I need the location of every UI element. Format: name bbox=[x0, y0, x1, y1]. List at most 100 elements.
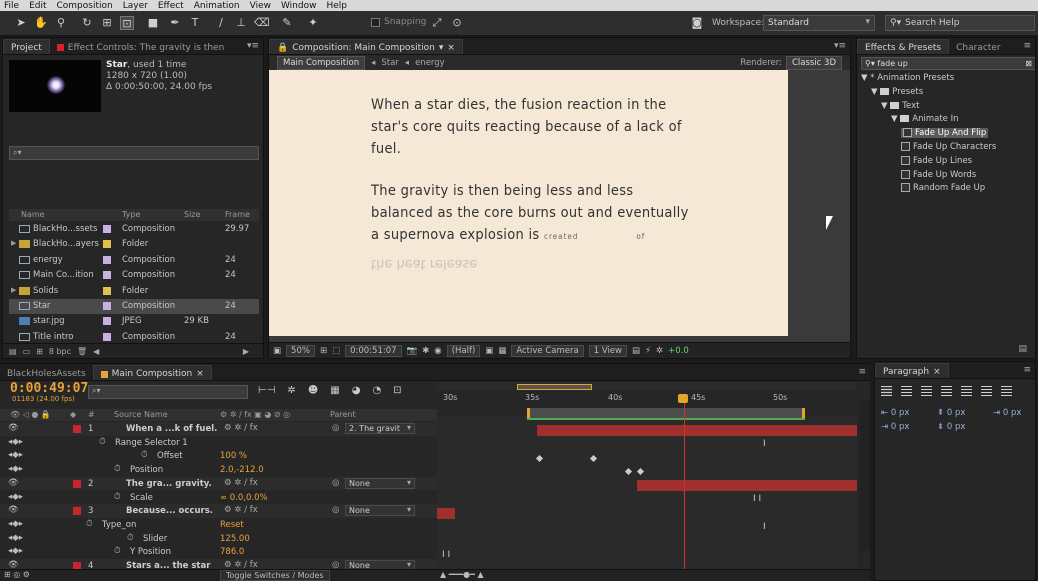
close-icon[interactable]: × bbox=[447, 43, 455, 53]
menu-animation[interactable]: Animation bbox=[194, 1, 240, 11]
stopwatch-icon[interactable]: ⏱ bbox=[127, 533, 134, 543]
workspace-select[interactable]: Standard bbox=[763, 15, 875, 31]
label-color-swatch[interactable] bbox=[103, 332, 111, 341]
project-item-row[interactable]: Star Composition 24 bbox=[9, 298, 259, 315]
col-parent[interactable]: Parent bbox=[330, 410, 356, 419]
preset-item[interactable]: Fade Up And Flip bbox=[861, 127, 1031, 141]
disclosure-triangle-icon[interactable]: ▼ bbox=[861, 73, 870, 83]
timeline-layer-row[interactable]: 👁 1 When a ...k of fuel. ⚙ ✲ ∕ fx ◎ 2. The gr… bbox=[0, 422, 437, 436]
draft-3d-icon[interactable]: ✲ bbox=[287, 385, 295, 396]
timeline-layer-row[interactable]: 👁 2 The gra... gravity. ⚙ ✲ ∕ fx ◎ None bbox=[0, 476, 437, 491]
tree-folder-item[interactable]: ▼ Animate In bbox=[861, 113, 1031, 127]
space-before-field[interactable]: ⇞ 0 px bbox=[937, 408, 965, 418]
motion-blur-icon[interactable]: ◕ bbox=[352, 385, 361, 396]
keyframe-navigator-icon[interactable]: ◂◆▸ bbox=[8, 464, 23, 474]
timeline-property-row[interactable]: ◂◆▸ ⏱ Offset 100 % bbox=[0, 449, 437, 463]
brush-tool-icon[interactable]: ∕ bbox=[214, 16, 228, 30]
label-color-swatch[interactable] bbox=[103, 225, 111, 233]
time-ruler[interactable]: 30s 35s 40s 45s 50s bbox=[437, 390, 857, 420]
layer-2-duration-bar[interactable] bbox=[637, 480, 857, 491]
snapping-checkbox[interactable] bbox=[371, 17, 380, 27]
panel-menu-icon[interactable]: ≡ bbox=[858, 367, 866, 377]
align-right-icon[interactable] bbox=[921, 386, 932, 396]
tab-blackholes-assets[interactable]: BlackHolesAssets bbox=[0, 365, 93, 380]
justify-right-icon[interactable] bbox=[981, 386, 992, 396]
project-item-row[interactable]: energy Composition 24 bbox=[9, 253, 259, 268]
frame-blending-icon[interactable]: ▦ bbox=[330, 385, 339, 396]
breadcrumb-energy[interactable]: energy bbox=[415, 58, 445, 68]
panel-menu-icon[interactable]: ▾≡ bbox=[834, 41, 846, 51]
justify-all-icon[interactable] bbox=[1001, 386, 1012, 396]
tab-paragraph[interactable]: Paragraph × bbox=[875, 363, 949, 378]
tree-folder-item[interactable]: ▼ Presets bbox=[861, 86, 1031, 100]
type-tool-icon[interactable]: T bbox=[188, 16, 202, 30]
timeline-property-row[interactable]: ◂◆▸ ⏱ Position 2.0,-212.0 bbox=[0, 463, 437, 477]
always-preview-icon[interactable]: ▣ bbox=[273, 346, 281, 356]
keyframe-navigator-icon[interactable]: ◂◆▸ bbox=[8, 437, 23, 447]
tab-main-composition[interactable]: Main Composition × bbox=[92, 365, 212, 380]
layer-switches-icons[interactable]: ⚙ ✲ ∕ fx bbox=[224, 478, 258, 488]
keyframe-scale-pair[interactable]: I I bbox=[753, 494, 761, 504]
time-navigator[interactable] bbox=[517, 384, 592, 390]
snap-features-icon[interactable]: ⊙ bbox=[450, 16, 464, 30]
label-color-swatch[interactable] bbox=[103, 317, 111, 326]
keyframe-navigator-icon[interactable]: ◂◆▸ bbox=[8, 492, 23, 502]
justify-center-icon[interactable] bbox=[961, 386, 972, 396]
col-size[interactable]: Size bbox=[184, 210, 200, 219]
clear-search-icon[interactable]: ⊠ bbox=[1025, 58, 1032, 69]
project-item-row[interactable]: ▶ BlackHo...ayers Folder bbox=[9, 237, 259, 252]
selection-tool-icon[interactable]: ➤ bbox=[14, 16, 28, 30]
keyframe-navigator-icon[interactable]: ◂◆▸ bbox=[8, 519, 23, 529]
mask-visibility-icon[interactable]: ⬚ bbox=[332, 346, 340, 356]
stopwatch-icon[interactable]: ⏱ bbox=[99, 437, 106, 447]
tab-project[interactable]: Project bbox=[3, 39, 50, 54]
rotate-tool-icon[interactable]: ↻ bbox=[80, 16, 94, 30]
pan-behind-tool-icon[interactable]: ⊡ bbox=[120, 16, 134, 30]
expand-collapse-icons[interactable]: ⊞ ◎ ⚙ bbox=[4, 570, 30, 579]
disclosure-triangle-icon[interactable]: ▼ bbox=[881, 101, 890, 111]
effects-search-input[interactable]: ⚲▾ fade up ⊠ bbox=[861, 57, 1035, 70]
current-time-display[interactable]: 0:00:51:07 bbox=[345, 344, 402, 357]
timeline-search-input[interactable]: ⌕▾ bbox=[88, 385, 248, 399]
tab-composition[interactable]: 🔒 Composition: Main Composition ▾ × bbox=[269, 39, 463, 54]
graph-editor-icon[interactable]: ◔ bbox=[372, 385, 381, 396]
align-center-icon[interactable] bbox=[901, 386, 912, 396]
keyframe-navigator-icon[interactable]: ◂◆▸ bbox=[8, 546, 23, 556]
preset-item[interactable]: Random Fade Up bbox=[861, 182, 1031, 196]
menu-edit[interactable]: Edit bbox=[29, 1, 46, 11]
stopwatch-icon[interactable]: ⏱ bbox=[114, 492, 121, 502]
disclosure-triangle-icon[interactable]: ▼ bbox=[891, 114, 900, 124]
property-value[interactable]: Reset bbox=[220, 520, 244, 530]
project-item-row[interactable]: Main Co...ition Composition 24 bbox=[9, 268, 259, 283]
renderer-button[interactable]: Classic 3D bbox=[785, 56, 842, 70]
indent-left-field[interactable]: ⇤ 0 px bbox=[881, 408, 909, 418]
menu-help[interactable]: Help bbox=[326, 1, 347, 11]
comp-mini-flowchart-icon[interactable]: ⊢⊣ bbox=[258, 385, 275, 396]
pick-whip-icon[interactable]: ◎ bbox=[332, 423, 339, 433]
indent-right-field[interactable]: ⇥ 0 px bbox=[993, 408, 1021, 418]
project-item-row[interactable]: ▶ Solids Folder bbox=[9, 284, 259, 299]
label-color-swatch[interactable] bbox=[103, 286, 111, 295]
bpc-label[interactable]: 8 bpc bbox=[49, 347, 71, 356]
composition-canvas[interactable]: When a star dies, the fusion reaction in… bbox=[269, 70, 788, 336]
timeline-current-time[interactable]: 0:00:49:07 bbox=[10, 381, 88, 396]
hand-tool-icon[interactable]: ✋ bbox=[34, 16, 48, 30]
snapshot-icon[interactable]: 📷 bbox=[407, 346, 418, 356]
tab-effect-controls[interactable]: Effect Controls: The gravity is then bbox=[50, 39, 231, 54]
brainstorm-icon[interactable]: ⊡ bbox=[393, 385, 401, 396]
scroll-left-icon[interactable]: ◀ bbox=[93, 347, 99, 356]
space-after-field[interactable]: ⇟ 0 px bbox=[937, 422, 965, 432]
camera-tool-icon[interactable]: ⊞ bbox=[100, 16, 114, 30]
zoom-tool-icon[interactable]: ⚲ bbox=[54, 16, 68, 30]
color-channel-icon[interactable]: ◉ bbox=[434, 346, 441, 356]
vr-icon[interactable]: ◙ bbox=[688, 16, 706, 30]
new-preset-icon[interactable]: ▤ bbox=[1018, 344, 1027, 354]
tab-effects-presets[interactable]: Effects & Presets bbox=[857, 39, 950, 54]
breadcrumb-main-composition[interactable]: Main Composition bbox=[277, 55, 366, 70]
property-value[interactable]: 100 % bbox=[220, 451, 247, 461]
layer-name[interactable]: When a ...k of fuel. bbox=[126, 424, 217, 434]
menu-composition[interactable]: Composition bbox=[57, 1, 113, 11]
visibility-eye-icon[interactable]: 👁 bbox=[8, 423, 19, 433]
zoom-slider[interactable]: ▲ ━━━●━ ▲ bbox=[440, 570, 484, 579]
keyframe-navigator-icon[interactable]: ◂◆▸ bbox=[8, 450, 23, 460]
